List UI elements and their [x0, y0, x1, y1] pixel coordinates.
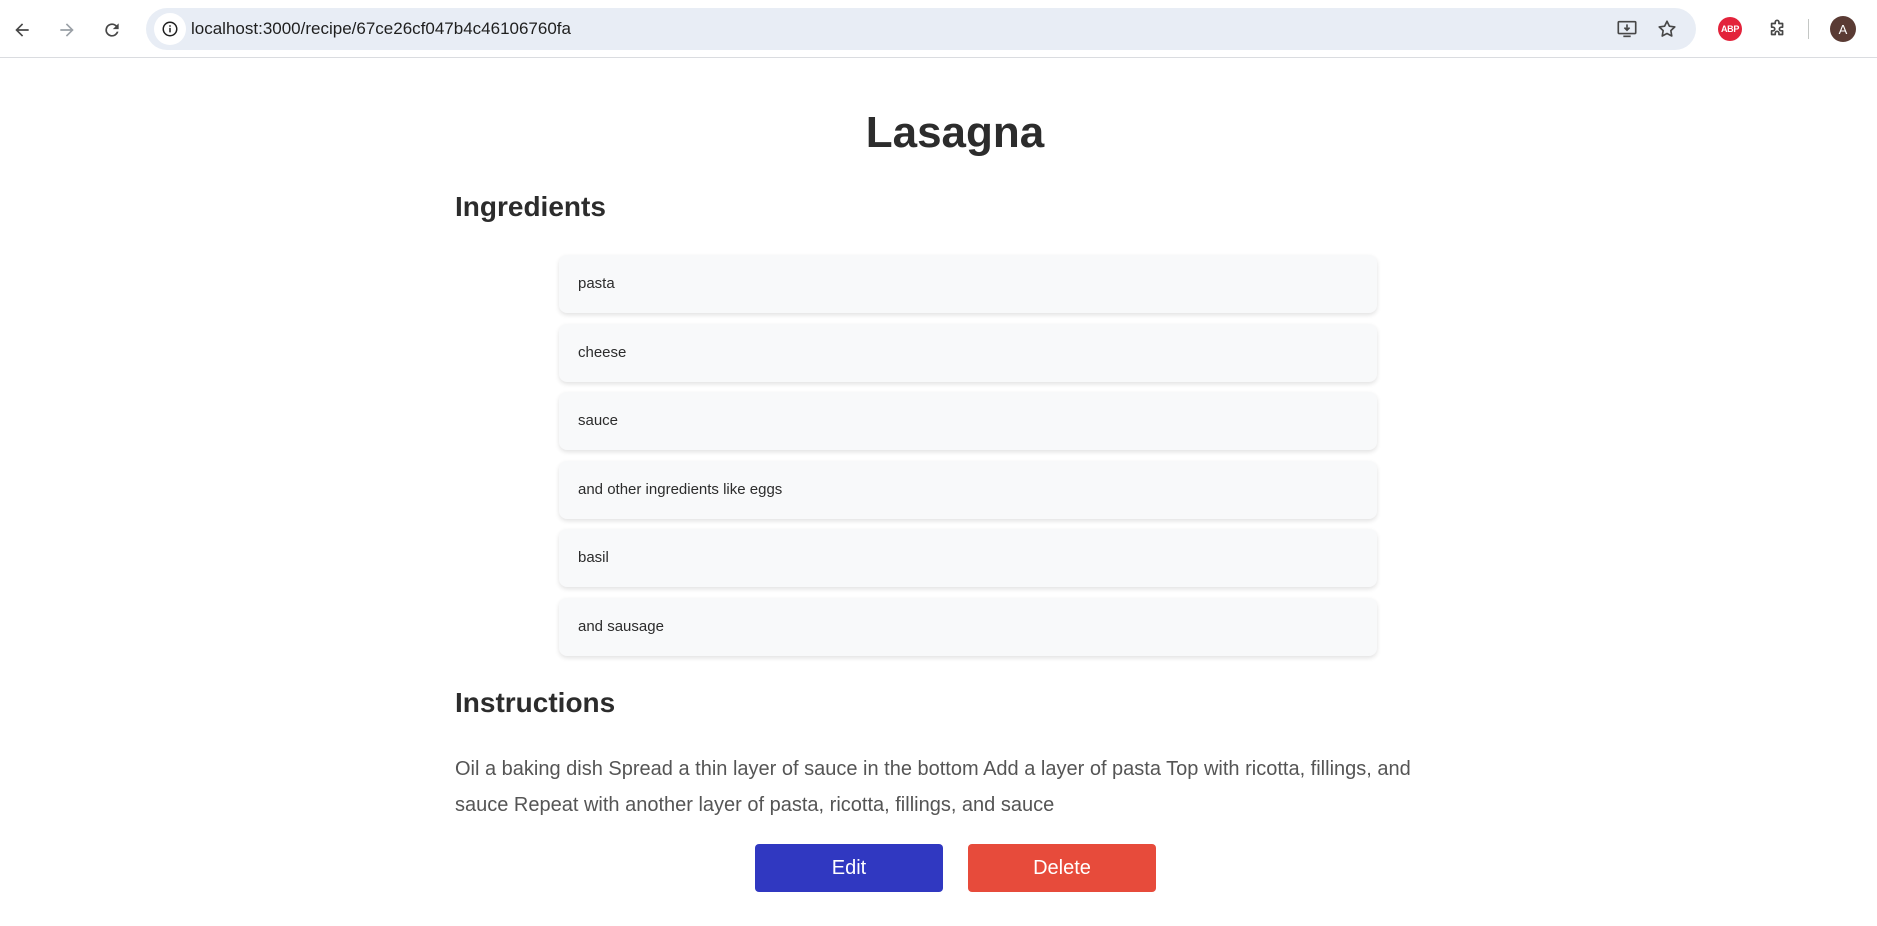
- extensions-button[interactable]: [1764, 15, 1792, 43]
- ingredients-heading: Ingredients: [455, 191, 606, 222]
- reload-icon: [105, 23, 119, 37]
- instructions-heading: Instructions: [455, 687, 616, 718]
- edit-button[interactable]: Edit: [755, 844, 943, 892]
- ingredient-item: sauce: [559, 392, 1377, 450]
- url-text[interactable]: localhost:3000/recipe/67ce26cf047b4c4610…: [191, 8, 571, 50]
- ingredient-item: and other ingredients like eggs: [559, 460, 1377, 519]
- ingredient-item: cheese: [559, 323, 1377, 382]
- bookmark-button[interactable]: [1654, 16, 1680, 42]
- forward-button[interactable]: [49, 12, 85, 48]
- ingredient-item: and sausage: [559, 597, 1377, 656]
- delete-button[interactable]: Delete: [968, 844, 1156, 892]
- ingredient-item: basil: [559, 529, 1377, 587]
- puzzle-icon: [1770, 19, 1784, 36]
- address-bar[interactable]: localhost:3000/recipe/67ce26cf047b4c4610…: [146, 8, 1696, 50]
- star-icon: [1658, 20, 1676, 37]
- profile-avatar[interactable]: A: [1830, 16, 1856, 42]
- page-content: Lasagna Ingredients pasta cheese sauce a…: [0, 59, 1877, 926]
- site-info-button[interactable]: [154, 13, 186, 45]
- arrow-left-icon: [15, 23, 29, 37]
- back-button[interactable]: [4, 12, 40, 48]
- install-app-button[interactable]: [1614, 16, 1640, 42]
- install-app-icon: [1617, 20, 1637, 38]
- instructions-text: Oil a baking dish Spread a thin layer of…: [455, 758, 1411, 816]
- adblock-plus-icon[interactable]: ABP: [1718, 17, 1742, 41]
- arrow-right-icon: [60, 23, 74, 37]
- info-icon: [162, 21, 178, 37]
- ingredient-item: pasta: [559, 255, 1377, 313]
- recipe-title: Lasagna: [865, 108, 1045, 157]
- toolbar-divider: [1808, 19, 1809, 39]
- ingredient-list: pasta cheese sauce and other ingredients…: [559, 255, 1377, 666]
- browser-toolbar: localhost:3000/recipe/67ce26cf047b4c4610…: [0, 0, 1877, 58]
- reload-button[interactable]: [94, 12, 130, 48]
